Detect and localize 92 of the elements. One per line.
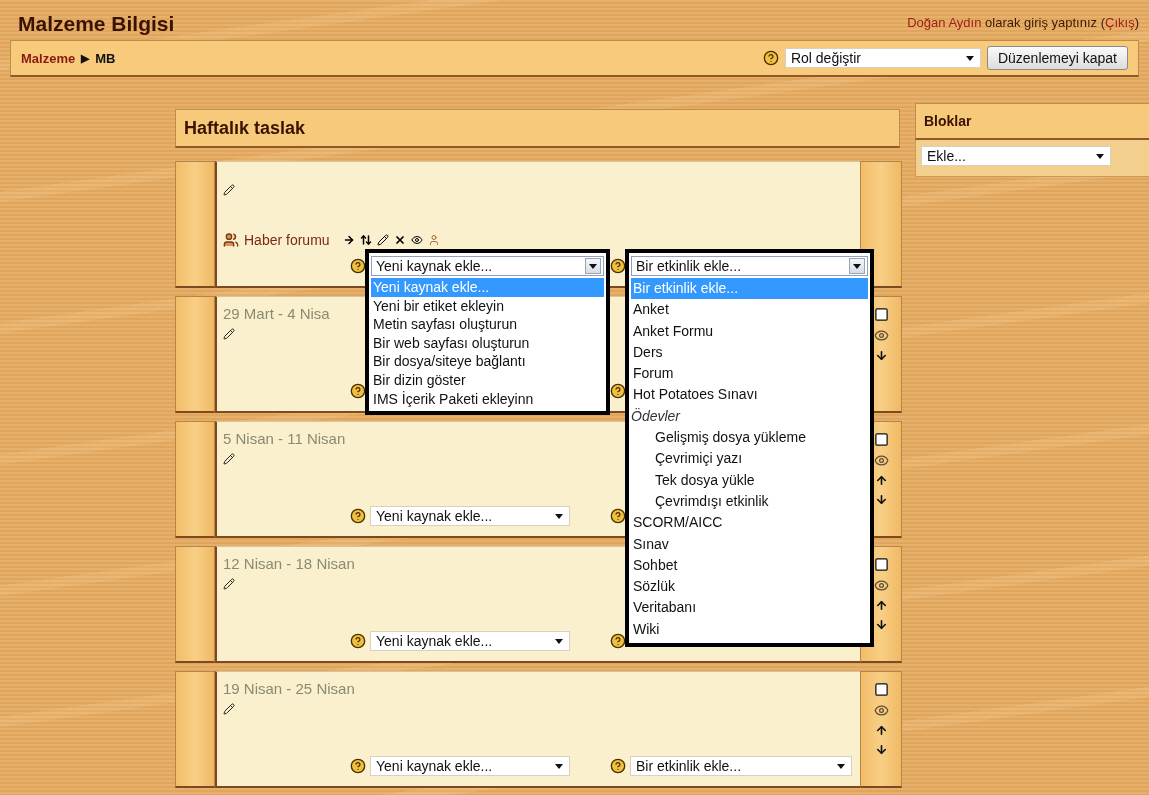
dropdown-option[interactable]: Sözlük	[631, 576, 868, 598]
dropdown-option[interactable]: Wiki	[631, 618, 868, 641]
eye-icon[interactable]	[873, 328, 889, 343]
caret-icon	[1096, 153, 1104, 159]
dropdown-option[interactable]: Sınav	[631, 533, 868, 555]
dropdown-option[interactable]: Yeni bir etiket ekleyin	[371, 296, 604, 316]
help-icon[interactable]	[610, 508, 626, 524]
caret-icon	[589, 263, 597, 269]
site-title: Malzeme Bilgisi	[18, 12, 175, 36]
delete-icon[interactable]	[393, 234, 406, 246]
help-icon[interactable]	[610, 383, 626, 399]
help-icon[interactable]	[350, 258, 366, 274]
edit-icon[interactable]	[223, 453, 235, 465]
highlight-checkbox-icon[interactable]	[873, 557, 889, 572]
move-right-icon[interactable]	[342, 234, 355, 246]
user-link[interactable]: Doğan Aydın	[907, 15, 982, 30]
dropdown-option[interactable]: Metin sayfası oluşturun	[371, 315, 604, 334]
dropdown-option[interactable]: Çevrimdışı etkinlik	[631, 490, 868, 513]
breadcrumb-separator: ▶	[81, 51, 90, 65]
activity-link[interactable]: Haber forumu	[244, 232, 330, 248]
option-group-label: Ödevler	[631, 406, 682, 426]
dropdown-option[interactable]: Ders	[631, 341, 868, 364]
resource-select[interactable]: Yeni kaynak ekle...	[370, 631, 570, 651]
select-field[interactable]: Yeni kaynak ekle...	[371, 256, 604, 276]
select-field[interactable]: Bir etkinlik ekle...	[631, 256, 868, 276]
course-format-title: Haftalık taslak	[175, 109, 900, 148]
move-icon[interactable]	[359, 234, 372, 246]
help-icon[interactable]	[350, 633, 366, 649]
move-up-icon[interactable]	[874, 599, 888, 612]
dropdown-option[interactable]: IMS İçerik Paketi ekleyinn	[371, 389, 604, 409]
help-icon[interactable]	[610, 758, 626, 774]
logout-link[interactable]: Çıkış	[1105, 15, 1135, 30]
activity-select[interactable]: Bir etkinlik ekle...	[630, 756, 852, 776]
week-title: 19 Nisan - 25 Nisan	[223, 680, 355, 697]
highlight-checkbox-icon[interactable]	[873, 432, 889, 447]
dropdown-option[interactable]: Forum	[631, 363, 868, 385]
move-up-icon[interactable]	[874, 724, 888, 737]
add-block-select[interactable]: Ekle...	[921, 146, 1111, 166]
resource-select[interactable]: Yeni kaynak ekle...	[370, 506, 570, 526]
week-title: 29 Mart - 4 Nisa	[223, 305, 330, 322]
move-down-icon[interactable]	[874, 349, 888, 362]
dropdown-option[interactable]: Bir web sayfası oluşturun	[371, 333, 604, 353]
caret-icon	[965, 55, 974, 61]
role-select[interactable]: Rol değiştir	[784, 48, 981, 68]
dropdown-option[interactable]: Sohbet	[631, 554, 868, 577]
edit-icon[interactable]	[223, 703, 235, 715]
dropdown-option[interactable]: Bir dizin göster	[371, 370, 604, 390]
dropdown-option[interactable]: Bir dosya/siteye bağlantı	[371, 352, 604, 371]
caret-icon	[555, 763, 563, 769]
forum-icon	[223, 232, 239, 248]
caret-icon	[555, 638, 563, 644]
caret-icon	[837, 763, 845, 769]
dropdown-option[interactable]: Tek dosya yükle	[631, 469, 868, 491]
dropdown-button[interactable]	[585, 258, 601, 274]
resource-select[interactable]: Yeni kaynak ekle...	[370, 756, 570, 776]
caret-icon	[853, 263, 861, 269]
week-title: 12 Nisan - 18 Nisan	[223, 555, 355, 572]
eye-icon[interactable]	[410, 234, 423, 246]
dropdown-option[interactable]: Hot Potatoes Sınavı	[631, 384, 868, 406]
login-info: Doğan Aydın olarak giriş yaptınız (Çıkış)	[907, 15, 1139, 30]
highlight-checkbox-icon[interactable]	[873, 682, 889, 697]
edit-icon[interactable]	[223, 578, 235, 590]
help-icon[interactable]	[762, 50, 779, 66]
move-up-icon[interactable]	[874, 474, 888, 487]
help-icon[interactable]	[350, 758, 366, 774]
breadcrumb-link[interactable]: Malzeme	[21, 50, 76, 66]
dropdown-option[interactable]: Anket Formu	[631, 320, 868, 342]
edit-icon[interactable]	[223, 184, 235, 196]
dropdown-option[interactable]: Anket	[631, 299, 868, 321]
dropdown-option[interactable]: Veritabanı	[631, 597, 868, 619]
help-icon[interactable]	[350, 508, 366, 524]
dropdown-option[interactable]: Çevrimiçi yazı	[631, 448, 868, 470]
eye-icon[interactable]	[873, 578, 889, 593]
blocks-title: Bloklar	[915, 103, 1149, 140]
help-icon[interactable]	[610, 258, 626, 274]
edit-icon[interactable]	[376, 234, 389, 246]
edit-icon[interactable]	[223, 328, 235, 340]
help-icon[interactable]	[610, 633, 626, 649]
breadcrumb-item: MB	[95, 50, 116, 66]
dropdown-option[interactable]: SCORM/AICC	[631, 512, 868, 534]
move-down-icon[interactable]	[874, 493, 888, 506]
person-icon[interactable]	[427, 234, 440, 246]
edit-mode-button[interactable]: Düzenlemeyi kapat	[986, 46, 1128, 70]
dropdown-button[interactable]	[849, 258, 865, 274]
highlight-checkbox-icon[interactable]	[873, 307, 889, 322]
eye-icon[interactable]	[873, 453, 889, 468]
move-down-icon[interactable]	[874, 743, 888, 756]
week-title: 5 Nisan - 11 Nisan	[223, 430, 346, 447]
dropdown-option[interactable]: Gelişmiş dosya yükleme	[631, 427, 868, 449]
move-down-icon[interactable]	[874, 618, 888, 631]
caret-icon	[555, 513, 563, 519]
help-icon[interactable]	[350, 383, 366, 399]
